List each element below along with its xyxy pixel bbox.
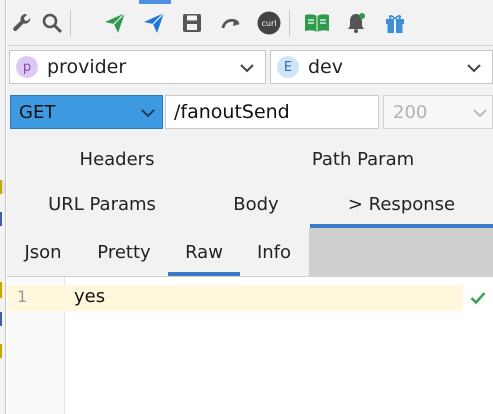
tab-url-params[interactable]: URL Params xyxy=(32,184,172,224)
toolbar-divider xyxy=(70,10,71,36)
response-text[interactable]: yes xyxy=(74,286,105,307)
status-code-select[interactable]: 200 xyxy=(383,95,493,129)
subtabs-empty-area xyxy=(309,228,493,276)
module-select[interactable]: p provider xyxy=(9,50,266,84)
response-editor[interactable]: 1 yes xyxy=(7,276,493,414)
check-icon xyxy=(470,292,486,305)
status-code-label: 200 xyxy=(393,102,428,123)
env-badge: E xyxy=(277,56,299,78)
save-icon[interactable] xyxy=(179,9,205,37)
module-select-label: provider xyxy=(47,56,127,78)
bell-icon[interactable] xyxy=(343,9,369,37)
chevron-down-icon xyxy=(141,109,155,118)
subtab-pretty[interactable]: Pretty xyxy=(85,228,163,276)
redo-icon[interactable] xyxy=(218,9,244,37)
toolbar-divider xyxy=(289,10,290,36)
gutter-marker xyxy=(0,344,5,358)
http-method-label: GET xyxy=(19,102,56,123)
subtab-json[interactable]: Json xyxy=(7,228,79,276)
wrench-icon[interactable] xyxy=(9,9,35,37)
send-icon[interactable] xyxy=(102,9,128,37)
curl-icon-label: curl xyxy=(262,19,277,28)
module-badge: p xyxy=(16,56,38,78)
book-icon[interactable] xyxy=(304,9,330,37)
chevron-down-icon xyxy=(473,109,487,118)
chevron-down-icon xyxy=(467,64,481,73)
env-select[interactable]: E dev xyxy=(270,50,493,84)
gift-icon[interactable] xyxy=(382,9,408,37)
send-icon[interactable] xyxy=(141,9,167,37)
subtab-info[interactable]: Info xyxy=(243,228,305,276)
editor-gutter-strip xyxy=(0,0,6,414)
api-tool-panel: curl p provider E dev GET /fanoutSend 20… xyxy=(7,0,493,414)
gutter-marker xyxy=(0,312,5,326)
subtab-raw[interactable]: Raw xyxy=(168,228,240,276)
response-subtabs: Json Pretty Raw Info xyxy=(7,228,493,276)
chevron-down-icon xyxy=(240,64,254,73)
http-method-select[interactable]: GET xyxy=(10,95,163,129)
tab-headers[interactable]: Headers xyxy=(57,139,177,179)
toolbar: curl xyxy=(7,0,493,46)
gutter-marker xyxy=(0,282,5,298)
tab-path-param[interactable]: Path Param xyxy=(298,139,428,179)
gutter-marker xyxy=(0,212,5,226)
line-number: 1 xyxy=(17,287,28,306)
curl-icon[interactable]: curl xyxy=(256,9,282,37)
tab-body[interactable]: Body xyxy=(211,184,301,224)
gutter-marker xyxy=(0,180,5,194)
send-active-indicator xyxy=(139,0,171,4)
url-input[interactable]: /fanoutSend xyxy=(165,95,379,129)
env-select-label: dev xyxy=(308,56,343,78)
search-icon[interactable] xyxy=(39,9,65,37)
tab-response[interactable]: > Response xyxy=(310,184,493,224)
